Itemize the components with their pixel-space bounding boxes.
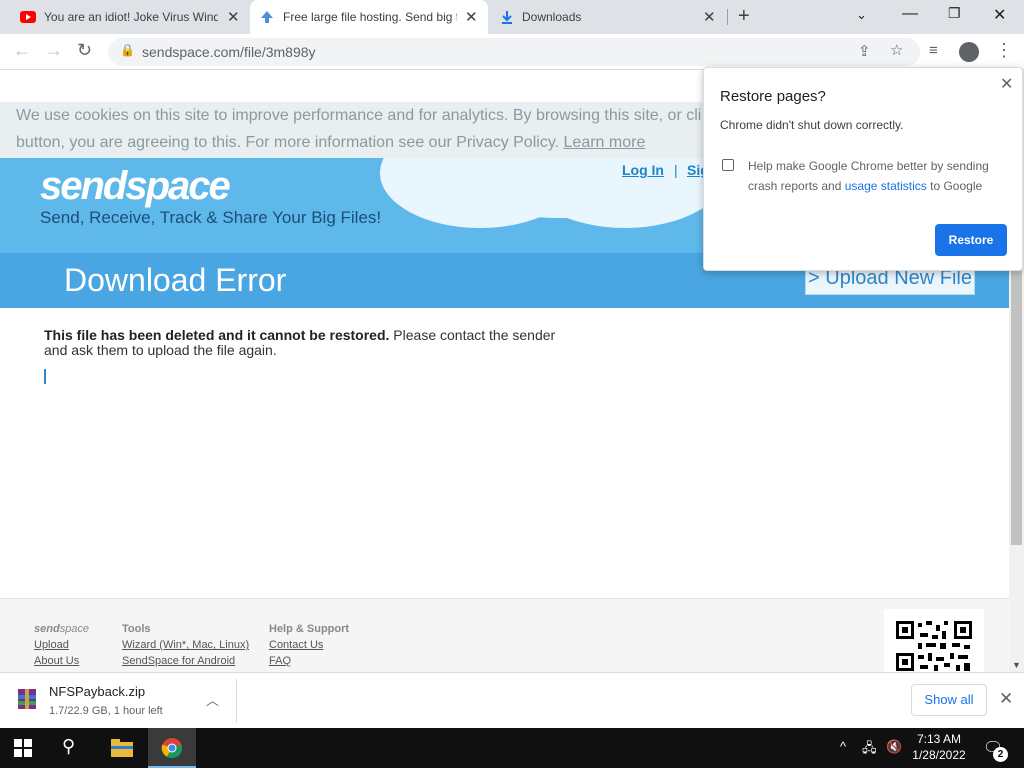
restore-window-icon[interactable]: ❐ — [948, 5, 961, 22]
address-bar[interactable]: 🔒 sendspace.com/file/3m898y ⇪ ☆ — [108, 38, 920, 66]
sendspace-icon — [261, 11, 273, 23]
file-explorer-taskbar-button[interactable] — [98, 728, 146, 768]
close-window-icon[interactable]: ✕ — [993, 5, 1006, 25]
notification-badge: 2 — [993, 747, 1008, 762]
clock-time: 7:13 AM — [916, 732, 962, 746]
tab-title: Free large file hosting. Send big f — [283, 10, 457, 24]
youtube-icon — [20, 11, 36, 23]
main-content: This file has been deleted and it cannot… — [24, 308, 984, 598]
close-icon[interactable]: ✕ — [1000, 74, 1013, 94]
download-icon — [502, 11, 512, 24]
share-icon[interactable]: ⇪ — [858, 42, 871, 60]
checkbox-tail: to Google — [930, 179, 983, 193]
crash-report-checkbox[interactable] — [722, 159, 734, 171]
scroll-down-icon[interactable]: ▼ — [1012, 660, 1021, 670]
footer-heading: Tools — [122, 623, 151, 635]
close-tab-icon[interactable]: ✕ — [227, 8, 240, 26]
footer-link-upload[interactable]: Upload — [34, 637, 89, 653]
dialog-subtitle: Chrome didn't shut down correctly. — [720, 118, 904, 132]
forward-icon[interactable]: → — [45, 40, 63, 61]
lock-icon[interactable]: 🔒 — [120, 43, 135, 57]
tab-title: Downloads — [522, 10, 582, 24]
learn-more-link[interactable]: Learn more — [564, 134, 646, 151]
back-icon[interactable]: ← — [13, 40, 31, 61]
tab-youtube[interactable]: You are an idiot! Joke Virus Wind ✕ — [0, 0, 246, 34]
tab-separator — [727, 9, 728, 25]
cookie-text-2-body: button, you are agreeing to this. For mo… — [16, 134, 560, 151]
restore-button[interactable]: Restore — [935, 224, 1007, 256]
menu-kebab-icon[interactable]: ⋮ — [995, 40, 1013, 61]
footer-link-about[interactable]: About Us — [34, 653, 89, 669]
login-link[interactable]: Log In — [622, 162, 664, 178]
download-filename: NFSPayback.zip — [49, 684, 146, 699]
windows-start-icon[interactable] — [14, 739, 32, 757]
close-tab-icon[interactable]: ✕ — [465, 8, 478, 26]
error-message: This file has been deleted and it cannot… — [44, 328, 574, 358]
close-icon[interactable]: ✕ — [999, 689, 1013, 709]
footer-col-sendspace: sendspace Upload About Us — [34, 621, 89, 669]
checkbox-label: Help make Google Chrome better by sendin… — [748, 156, 1003, 196]
tab-sendspace[interactable]: Free large file hosting. Send big f ✕ — [250, 0, 488, 34]
qr-code — [884, 609, 984, 672]
reading-list-icon[interactable]: ≡ — [929, 42, 938, 59]
windows-taskbar: ⚲ ^ 🖧 🔇 7:13 AM 1/28/2022 🗨 2 — [0, 728, 1024, 768]
network-icon[interactable]: 🖧 — [862, 739, 877, 761]
reload-icon[interactable]: ↻ — [77, 40, 92, 61]
page-title: Download Error — [64, 262, 287, 298]
tab-title: You are an idiot! Joke Virus Wind — [44, 10, 218, 24]
bookmark-star-icon[interactable]: ☆ — [890, 41, 903, 59]
footer-col-help: Help & Support Contact Us FAQ — [269, 621, 349, 669]
tab-search-icon[interactable]: ⌄ — [856, 7, 867, 23]
chevron-up-icon[interactable]: ︿ — [206, 690, 219, 709]
close-tab-icon[interactable]: ✕ — [703, 8, 716, 26]
footer-link-faq[interactable]: FAQ — [269, 653, 349, 669]
restore-pages-dialog: Restore pages? ✕ Chrome didn't shut down… — [703, 67, 1023, 271]
search-icon[interactable]: ⚲ — [62, 736, 75, 757]
footer-heading-b: space — [59, 623, 90, 635]
error-message-bold: This file has been deleted and it cannot… — [44, 327, 390, 343]
footer-link-android[interactable]: SendSpace for Android — [122, 653, 249, 669]
new-tab-button[interactable]: + — [738, 5, 750, 28]
footer-link-wizard[interactable]: Wizard (Win*, Mac, Linux) — [122, 637, 249, 653]
dialog-title: Restore pages? — [720, 88, 826, 105]
chrome-taskbar-button[interactable] — [148, 728, 196, 768]
chrome-icon — [161, 738, 182, 759]
clock-date: 1/28/2022 — [912, 748, 966, 762]
qr-code-icon — [896, 621, 972, 671]
tagline: Send, Receive, Track & Share Your Big Fi… — [40, 208, 382, 227]
volume-muted-icon[interactable]: 🔇 — [886, 739, 902, 755]
folder-icon — [111, 739, 133, 757]
chevron-up-icon[interactable]: ^ — [840, 739, 846, 754]
winrar-archive-icon — [18, 689, 36, 709]
tab-strip: You are an idiot! Joke Virus Wind ✕ Free… — [0, 0, 1024, 34]
sendspace-logo[interactable]: sendspace — [40, 164, 231, 209]
text-caret — [44, 369, 46, 384]
url-text[interactable]: sendspace.com/file/3m898y — [142, 44, 316, 60]
profile-avatar-icon[interactable] — [959, 42, 979, 62]
usage-statistics-link[interactable]: usage statistics — [845, 179, 927, 193]
browser-toolbar: ← → ↻ 🔒 sendspace.com/file/3m898y ⇪ ☆ ≡ … — [0, 34, 1024, 70]
footer-heading: Help & Support — [269, 623, 350, 635]
download-status: 1.7/22.9 GB, 1 hour left — [49, 705, 163, 717]
footer-heading: sendspace — [34, 621, 89, 637]
site-footer: sendspace Upload About Us Tools Wizard (… — [0, 598, 1009, 672]
show-all-button[interactable]: Show all — [911, 684, 987, 716]
footer-col-tools: Tools Wizard (Win*, Mac, Linux) SendSpac… — [122, 621, 249, 669]
minimize-icon[interactable]: — — [902, 5, 918, 23]
link-divider: | — [674, 162, 678, 178]
footer-heading-a: send — [34, 623, 60, 635]
desktop: You are an idiot! Joke Virus Wind ✕ Free… — [0, 0, 1024, 768]
system-clock[interactable]: 7:13 AM 1/28/2022 — [905, 731, 973, 763]
download-shelf: NFSPayback.zip 1.7/22.9 GB, 1 hour left … — [0, 672, 1024, 728]
footer-link-contact[interactable]: Contact Us — [269, 637, 349, 653]
tab-downloads[interactable]: Downloads ✕ — [490, 0, 726, 34]
divider — [236, 679, 237, 723]
